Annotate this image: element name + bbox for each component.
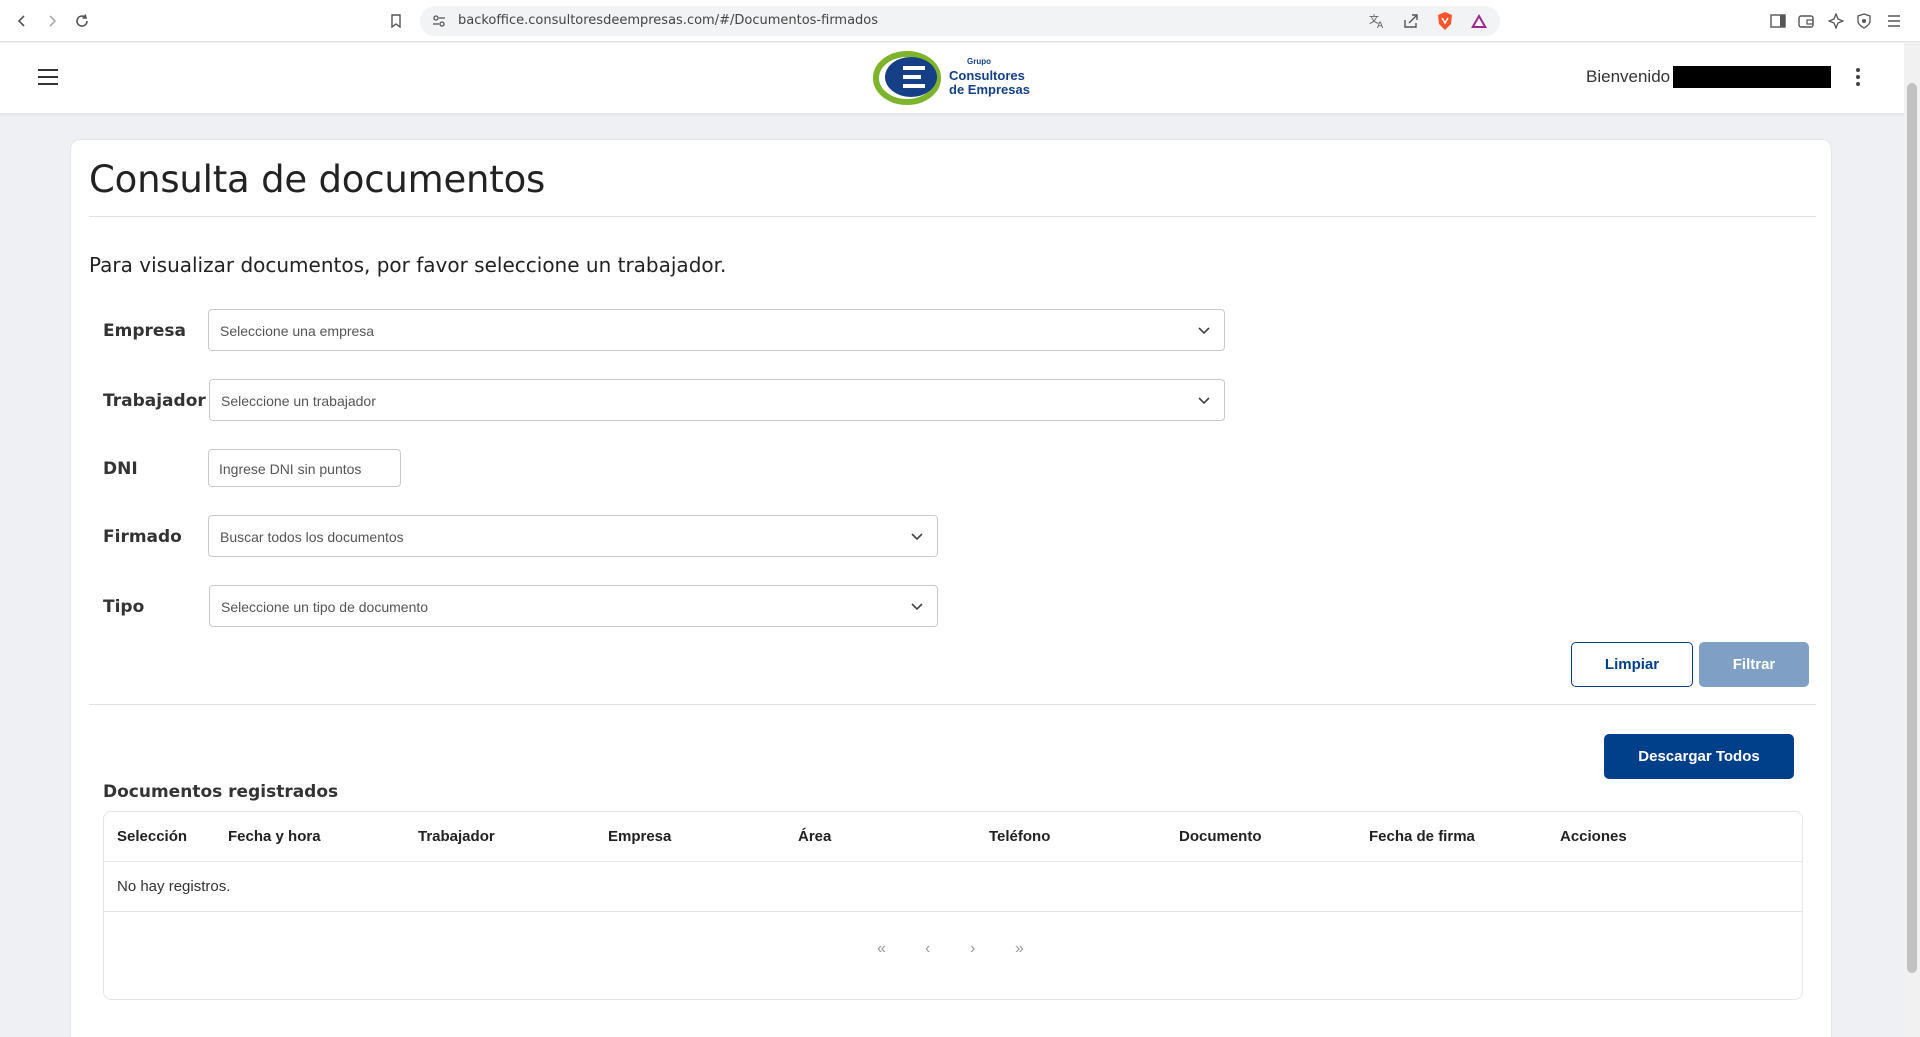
logo-small-text: Grupo (967, 57, 991, 66)
next-page-icon[interactable]: › (970, 940, 975, 958)
chevron-down-icon (1196, 392, 1212, 408)
column-header[interactable]: Empresa (608, 828, 671, 845)
brave-shield-icon[interactable] (1436, 11, 1454, 36)
sidebar-toggle-icon[interactable] (1768, 11, 1788, 31)
first-page-icon[interactable]: « (877, 940, 886, 958)
trabajador-select[interactable]: Seleccione un trabajador (209, 379, 1225, 421)
dni-placeholder: Ingrese DNI sin puntos (219, 461, 362, 477)
tipo-select[interactable]: Seleccione un tipo de documento (209, 585, 938, 627)
dni-label: DNI (103, 459, 138, 479)
table-title: Documentos registrados (103, 782, 339, 802)
chevron-down-icon (909, 528, 925, 544)
column-header[interactable]: Trabajador (418, 828, 495, 845)
column-header[interactable]: Teléfono (989, 828, 1050, 845)
translate-icon[interactable]: 文A (1368, 12, 1386, 35)
limpiar-button[interactable]: Limpiar (1571, 642, 1693, 687)
leo-ai-icon[interactable] (1826, 11, 1846, 31)
bookmark-icon[interactable] (386, 11, 406, 31)
vpn-icon[interactable] (1854, 11, 1874, 31)
back-icon[interactable] (12, 11, 32, 31)
empresa-placeholder: Seleccione una empresa (220, 323, 375, 339)
url-text: backoffice.consultoresdeempresas.com/#/D… (458, 13, 879, 28)
divider (89, 216, 1816, 217)
main-card: Consulta de documentos Para visualizar d… (70, 139, 1832, 1037)
table-body-divider (104, 911, 1802, 912)
wallet-icon[interactable] (1796, 11, 1816, 31)
filtrar-button[interactable]: Filtrar (1699, 642, 1809, 687)
firmado-label: Firmado (103, 527, 182, 547)
logo-line1: Consultores (949, 68, 1025, 83)
documents-table: Selección Fecha y hora Trabajador Empres… (103, 811, 1803, 1000)
trabajador-label: Trabajador (103, 391, 206, 411)
browser-toolbar: backoffice.consultoresdeempresas.com/#/D… (0, 0, 1920, 42)
prev-page-icon[interactable]: ‹ (925, 940, 930, 958)
svg-text:A: A (1377, 21, 1384, 30)
chevron-down-icon (909, 598, 925, 614)
logo-line2: de Empresas (949, 82, 1030, 97)
column-header[interactable]: Área (798, 828, 831, 845)
table-header-divider (104, 861, 1802, 862)
column-header[interactable]: Selección (117, 828, 187, 845)
column-header[interactable]: Acciones (1560, 828, 1627, 845)
column-header[interactable]: Fecha y hora (228, 828, 321, 845)
chevron-down-icon (1196, 322, 1212, 338)
browser-menu-icon[interactable] (1884, 11, 1904, 31)
welcome-text: Bienvenido (1586, 67, 1671, 86)
firmado-value: Buscar todos los documentos (220, 529, 404, 545)
empresa-select[interactable]: Seleccione una empresa (208, 309, 1225, 351)
download-all-button[interactable]: Descargar Todos (1604, 734, 1794, 779)
tipo-placeholder: Seleccione un tipo de documento (221, 599, 429, 615)
empty-message: No hay registros. (117, 878, 231, 895)
page-scrollbar[interactable] (1904, 43, 1920, 1037)
scroll-thumb[interactable] (1907, 83, 1917, 973)
hamburger-menu-icon[interactable] (36, 67, 60, 87)
address-bar[interactable]: backoffice.consultoresdeempresas.com/#/D… (420, 6, 1500, 36)
redacted-username (1673, 66, 1831, 88)
more-options-icon[interactable] (1848, 63, 1868, 91)
empresa-label: Empresa (103, 321, 186, 341)
reload-icon[interactable] (72, 11, 92, 31)
company-logo[interactable]: Grupo Consultores de Empresas (873, 51, 1033, 105)
column-header[interactable]: Fecha de firma (1369, 828, 1475, 845)
column-header[interactable]: Documento (1179, 828, 1262, 845)
firmado-select[interactable]: Buscar todos los documentos (208, 515, 938, 557)
brave-rewards-icon[interactable] (1470, 12, 1488, 35)
last-page-icon[interactable]: » (1015, 940, 1024, 958)
divider (89, 704, 1816, 705)
site-settings-icon[interactable] (432, 14, 446, 33)
trabajador-placeholder: Seleccione un trabajador (221, 393, 376, 409)
page-subtitle: Para visualizar documentos, por favor se… (89, 253, 727, 277)
tipo-label: Tipo (103, 597, 145, 617)
page-title: Consulta de documentos (89, 158, 546, 201)
dni-input[interactable]: Ingrese DNI sin puntos (208, 449, 401, 487)
logo-text: Grupo Consultores de Empresas (949, 55, 1030, 97)
forward-icon[interactable] (42, 11, 62, 31)
app-header: Grupo Consultores de Empresas Bienvenido (0, 43, 1904, 113)
share-icon[interactable] (1402, 12, 1420, 35)
